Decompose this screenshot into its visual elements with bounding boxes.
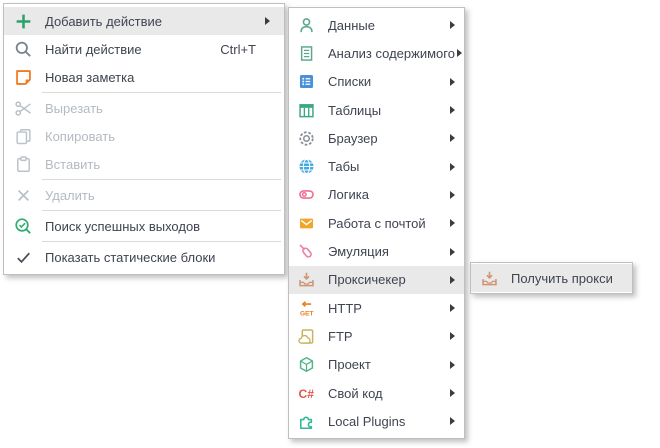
submenu-item-mail[interactable]: Работа с почтой bbox=[289, 209, 464, 237]
document-lines-icon bbox=[297, 44, 316, 63]
submenu-arrow-icon bbox=[448, 332, 455, 340]
mouse-icon bbox=[297, 242, 316, 261]
submenu-arrow-icon bbox=[448, 106, 455, 114]
inbox-down-icon bbox=[297, 270, 316, 289]
http-get-icon: GET bbox=[297, 299, 316, 318]
menu-separator bbox=[42, 210, 281, 211]
menu-separator bbox=[42, 241, 281, 242]
submenu-item-project[interactable]: Проект bbox=[289, 351, 464, 379]
menu-item-label: Показать статические блоки bbox=[45, 250, 262, 265]
copy-icon bbox=[14, 127, 33, 146]
menu-item-copy: Копировать bbox=[4, 122, 284, 150]
menu-item-label: Удалить bbox=[45, 188, 262, 203]
menu-item-cut: Вырезать bbox=[4, 94, 284, 122]
submenu-arrow-icon bbox=[448, 191, 455, 199]
submenu-arrow-icon bbox=[448, 417, 455, 425]
cube-icon bbox=[297, 355, 316, 374]
menu-item-label: Найти действие bbox=[45, 42, 202, 57]
svg-text:C#: C# bbox=[298, 387, 314, 401]
scissors-icon bbox=[14, 99, 33, 118]
submenu-arrow-icon bbox=[448, 21, 455, 29]
search-success-icon bbox=[14, 217, 33, 236]
submenu-item-own-code[interactable]: C# Свой код bbox=[289, 379, 464, 407]
globe-icon bbox=[297, 157, 316, 176]
menu-item-label: Новая заметка bbox=[45, 70, 262, 85]
menu-item-label: Добавить действие bbox=[45, 14, 262, 29]
submenu-arrow-icon bbox=[448, 389, 455, 397]
envelope-icon bbox=[297, 214, 316, 233]
person-icon bbox=[297, 16, 316, 35]
submenu-arrow-icon bbox=[448, 361, 455, 369]
submenu-item-emulation[interactable]: Эмуляция bbox=[289, 237, 464, 265]
submenu-arrow-icon bbox=[262, 17, 270, 25]
submenu-item-tables[interactable]: Таблицы bbox=[289, 96, 464, 124]
svg-text:GET: GET bbox=[300, 310, 313, 317]
delete-x-icon bbox=[14, 186, 33, 205]
menu-item-search-success-exits[interactable]: Поиск успешных выходов bbox=[4, 212, 284, 240]
list-icon bbox=[297, 72, 316, 91]
submenu-item-content-analysis[interactable]: Анализ содержимого bbox=[289, 39, 464, 67]
submenu-item-data[interactable]: Данные bbox=[289, 11, 464, 39]
menu-item-find-action[interactable]: Найти действие Ctrl+T bbox=[4, 35, 284, 63]
menu-item-label: Вырезать bbox=[45, 101, 262, 116]
menu-separator bbox=[42, 92, 281, 93]
submenu-arrow-icon bbox=[448, 304, 455, 312]
add-action-submenu: Данные Анализ содержимого Списки Таблицы… bbox=[288, 7, 465, 439]
proxychecker-submenu: Получить прокси bbox=[470, 262, 633, 294]
submenu-item-lists[interactable]: Списки bbox=[289, 68, 464, 96]
submenu-item-browser[interactable]: Браузер bbox=[289, 124, 464, 152]
submenu-arrow-icon bbox=[448, 248, 455, 256]
submenu-arrow-icon bbox=[455, 49, 462, 57]
table-icon bbox=[297, 101, 316, 120]
puzzle-icon bbox=[297, 412, 316, 431]
submenu-arrow-icon bbox=[448, 219, 455, 227]
submenu-arrow-icon bbox=[448, 78, 455, 86]
checkmark-icon bbox=[14, 248, 33, 267]
menu-item-add-action[interactable]: Добавить действие bbox=[4, 7, 284, 35]
menu-separator bbox=[42, 179, 281, 180]
shortcut-label: Ctrl+T bbox=[220, 42, 256, 57]
submenu-item-proxychecker[interactable]: Проксичекер bbox=[289, 266, 464, 294]
submenu-item-ftp[interactable]: FTP bbox=[289, 322, 464, 350]
menu-item-delete: Удалить bbox=[4, 181, 284, 209]
submenu-item-logic[interactable]: Логика bbox=[289, 181, 464, 209]
menu-item-new-note[interactable]: Новая заметка bbox=[4, 63, 284, 91]
toggle-icon bbox=[297, 185, 316, 204]
submenu-item-local-plugins[interactable]: Local Plugins bbox=[289, 407, 464, 435]
submenu-arrow-icon bbox=[448, 276, 455, 284]
context-menu: Добавить действие Найти действие Ctrl+T … bbox=[3, 3, 285, 275]
submenu-item-get-proxy[interactable]: Получить прокси bbox=[471, 264, 632, 292]
paste-icon bbox=[14, 155, 33, 174]
menu-item-label: Вставить bbox=[45, 157, 262, 172]
inbox-down-icon bbox=[480, 269, 499, 288]
submenu-item-tabs[interactable]: Табы bbox=[289, 152, 464, 180]
csharp-icon: C# bbox=[297, 384, 316, 403]
gear-icon bbox=[297, 129, 316, 148]
submenu-arrow-icon bbox=[448, 163, 455, 171]
menu-item-paste: Вставить bbox=[4, 150, 284, 178]
submenu-item-http[interactable]: GET HTTP bbox=[289, 294, 464, 322]
search-icon bbox=[14, 40, 33, 59]
file-cloud-icon bbox=[297, 327, 316, 346]
submenu-arrow-icon bbox=[448, 134, 455, 142]
note-icon bbox=[14, 68, 33, 87]
plus-icon bbox=[14, 12, 33, 31]
menu-item-label: Поиск успешных выходов bbox=[45, 219, 262, 234]
menu-item-label: Копировать bbox=[45, 129, 262, 144]
menu-item-show-static-blocks[interactable]: Показать статические блоки bbox=[4, 243, 284, 271]
